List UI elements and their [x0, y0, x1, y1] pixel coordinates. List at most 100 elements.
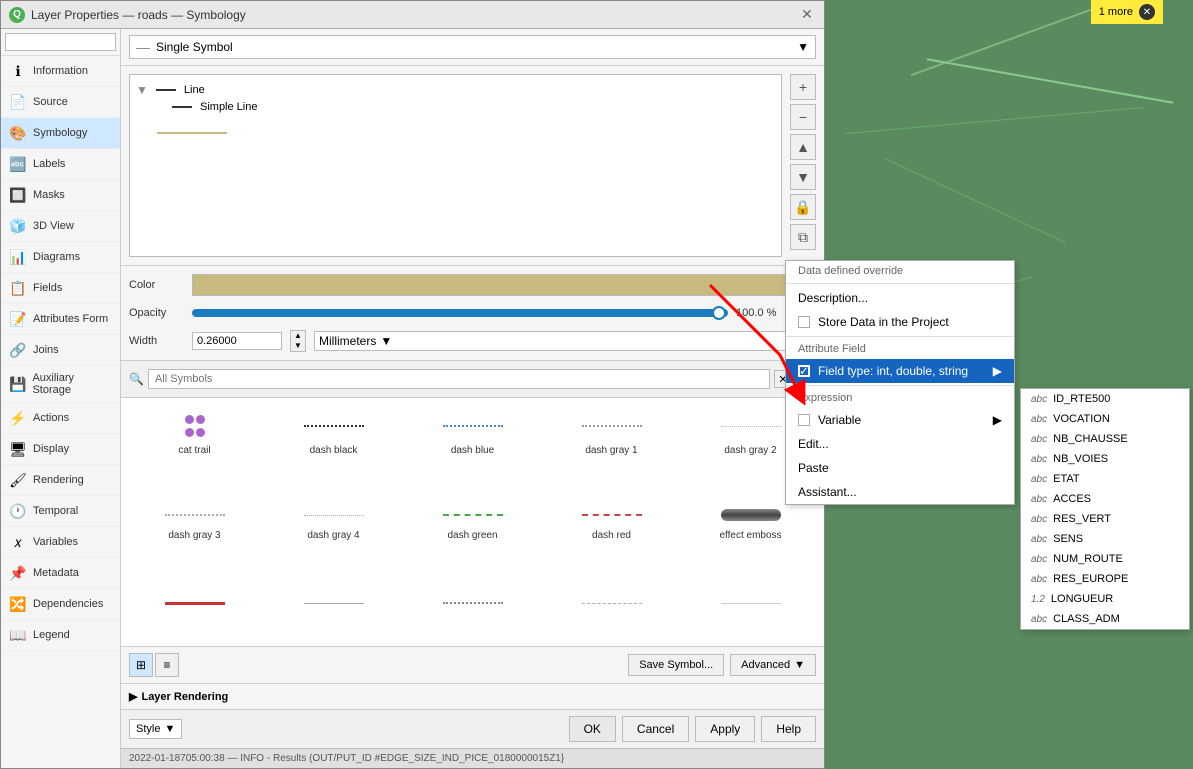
sidebar-item-labels[interactable]: 🔤 Labels — [1, 149, 120, 180]
field-item-num-route[interactable]: abc NUM_ROUTE — [1021, 549, 1189, 569]
cancel-button[interactable]: Cancel — [622, 716, 689, 742]
field-item-sens[interactable]: abc SENS — [1021, 529, 1189, 549]
layer-rendering-header[interactable]: ▶ Layer Rendering — [129, 690, 816, 703]
sidebar-item-joins[interactable]: 🔗 Joins — [1, 335, 120, 366]
sidebar-item-auxiliary-storage[interactable]: 💾 Auxiliary Storage — [1, 366, 120, 403]
symbol-cell-dash-gray1[interactable]: dash gray 1 — [546, 406, 677, 483]
symbol-cell-dash-blue[interactable]: dash blue — [407, 406, 538, 483]
help-button[interactable]: Help — [761, 716, 816, 742]
duplicate-button[interactable]: ⧉ — [790, 224, 816, 250]
move-up-button[interactable]: ▲ — [790, 134, 816, 160]
symbol-cell-dash-green[interactable]: dash green — [407, 491, 538, 568]
notification-bar[interactable]: 1 more ✕ — [1091, 0, 1163, 24]
field-item-vocation[interactable]: abc VOCATION — [1021, 409, 1189, 429]
notification-close[interactable]: ✕ — [1139, 4, 1155, 20]
save-symbol-button[interactable]: Save Symbol... — [628, 654, 724, 676]
sidebar-item-diagrams[interactable]: 📊 Diagrams — [1, 242, 120, 273]
symbol-cell-partial5[interactable] — [685, 576, 816, 638]
sidebar-item-legend[interactable]: 📖 Legend — [1, 620, 120, 651]
sidebar-item-actions[interactable]: ⚡ Actions — [1, 403, 120, 434]
field-item-nb-voies[interactable]: abc NB_VOIES — [1021, 449, 1189, 469]
field-name-longueur: LONGUEUR — [1051, 593, 1113, 605]
assistant-item[interactable]: Assistant... — [786, 480, 1014, 504]
remove-symbol-button[interactable]: − — [790, 104, 816, 130]
field-item-etat[interactable]: abc ETAT — [1021, 469, 1189, 489]
field-item-res-vert[interactable]: abc RES_VERT — [1021, 509, 1189, 529]
opacity-value: 100.0 % — [736, 307, 786, 319]
width-up-button[interactable]: ▲ — [291, 331, 305, 341]
field-item-acces[interactable]: abc ACCES — [1021, 489, 1189, 509]
partial3-preview — [443, 581, 503, 611]
store-data-checkbox[interactable] — [798, 316, 810, 328]
fields-icon: 📋 — [9, 279, 27, 297]
properties-panel: Color ▼ Opacity 100.0 % ≡ Width — [121, 266, 824, 361]
opacity-slider[interactable] — [192, 309, 728, 317]
field-type-abc-2: abc — [1031, 414, 1047, 425]
field-item-id-rte500[interactable]: abc ID_RTE500 — [1021, 389, 1189, 409]
width-row: Width ▲ ▼ Millimeters ▼ ≡ — [129, 330, 816, 352]
move-down-button[interactable]: ▼ — [790, 164, 816, 190]
sidebar-item-temporal[interactable]: 🕐 Temporal — [1, 496, 120, 527]
description-item[interactable]: Description... — [786, 286, 1014, 310]
style-arrow: ▼ — [164, 723, 175, 735]
dash-black-label: dash black — [310, 445, 358, 456]
field-item-res-europe[interactable]: abc RES_EUROPE — [1021, 569, 1189, 589]
sidebar-item-rendering[interactable]: 🖌 Rendering — [1, 465, 120, 496]
list-view-button[interactable]: ≡ — [155, 653, 179, 677]
sidebar-item-variables[interactable]: 𝑥 Variables — [1, 527, 120, 558]
field-item-longueur[interactable]: 1.2 LONGUEUR — [1021, 589, 1189, 609]
app-icon: Q — [9, 7, 25, 23]
edit-item[interactable]: Edit... — [786, 432, 1014, 456]
sidebar-item-symbology[interactable]: 🎨 Symbology — [1, 118, 120, 149]
edit-label: Edit... — [798, 437, 829, 451]
field-name-nb-chausse: NB_CHAUSSE — [1053, 433, 1128, 445]
line-preview — [157, 132, 227, 134]
tree-line-item[interactable]: ▼ Line — [136, 81, 775, 99]
symbol-cell-dash-gray3[interactable]: dash gray 3 — [129, 491, 260, 568]
sidebar-item-masks[interactable]: 🔲 Masks — [1, 180, 120, 211]
color-swatch[interactable] — [192, 274, 788, 296]
dash-gray2-label: dash gray 2 — [724, 445, 776, 456]
apply-button[interactable]: Apply — [695, 716, 755, 742]
advanced-arrow: ▼ — [794, 659, 805, 671]
symbol-cell-dash-red[interactable]: dash red — [546, 491, 677, 568]
window-close-button[interactable]: ✕ — [798, 6, 816, 24]
sidebar-item-fields[interactable]: 📋 Fields — [1, 273, 120, 304]
width-input[interactable] — [192, 332, 282, 350]
field-type-item[interactable]: ✓ Field type: int, double, string ▶ — [786, 359, 1014, 383]
symbol-cell-dash-gray4[interactable]: dash gray 4 — [268, 491, 399, 568]
sidebar-item-metadata[interactable]: 📌 Metadata — [1, 558, 120, 589]
partial-preview — [165, 581, 225, 611]
sidebar-item-attributes-form[interactable]: 📝 Attributes Form — [1, 304, 120, 335]
store-data-item[interactable]: Store Data in the Project — [786, 310, 1014, 334]
field-item-class-adm[interactable]: abc CLASS_ADM — [1021, 609, 1189, 629]
symbol-cell-partial4[interactable] — [546, 576, 677, 638]
sidebar-item-display[interactable]: 🖥 Display — [1, 434, 120, 465]
tree-simple-line-item[interactable]: Simple Line — [136, 99, 775, 115]
field-name-sens: SENS — [1053, 533, 1083, 545]
unit-dropdown[interactable]: Millimeters ▼ — [314, 331, 786, 351]
symbol-cell-partial3[interactable] — [407, 576, 538, 638]
variable-item[interactable]: Variable ▶ — [786, 408, 1014, 432]
symbol-cell-cat-trail[interactable]: cat trail — [129, 406, 260, 483]
style-dropdown[interactable]: Style ▼ — [129, 719, 182, 739]
sidebar-item-dependencies[interactable]: 🔀 Dependencies — [1, 589, 120, 620]
search-input[interactable] — [148, 369, 770, 389]
paste-item[interactable]: Paste — [786, 456, 1014, 480]
add-symbol-button[interactable]: + — [790, 74, 816, 100]
advanced-button[interactable]: Advanced ▼ — [730, 654, 816, 676]
sidebar-item-source[interactable]: 📄 Source — [1, 87, 120, 118]
symbol-cell-partial[interactable] — [129, 576, 260, 638]
grid-view-button[interactable]: ⊞ — [129, 653, 153, 677]
lock-button[interactable]: 🔒 — [790, 194, 816, 220]
width-down-button[interactable]: ▼ — [291, 341, 305, 351]
symbol-cell-dash-black[interactable]: dash black — [268, 406, 399, 483]
ok-button[interactable]: OK — [569, 716, 616, 742]
sidebar-search-input[interactable] — [5, 33, 116, 51]
sidebar-item-3d-view[interactable]: 🧊 3D View — [1, 211, 120, 242]
symbol-cell-partial2[interactable] — [268, 576, 399, 638]
field-item-nb-chausse[interactable]: abc NB_CHAUSSE — [1021, 429, 1189, 449]
sidebar-item-information[interactable]: ℹ Information — [1, 56, 120, 87]
render-type-dropdown[interactable]: — Single Symbol ▼ — [129, 35, 816, 59]
field-name-res-europe: RES_EUROPE — [1053, 573, 1128, 585]
